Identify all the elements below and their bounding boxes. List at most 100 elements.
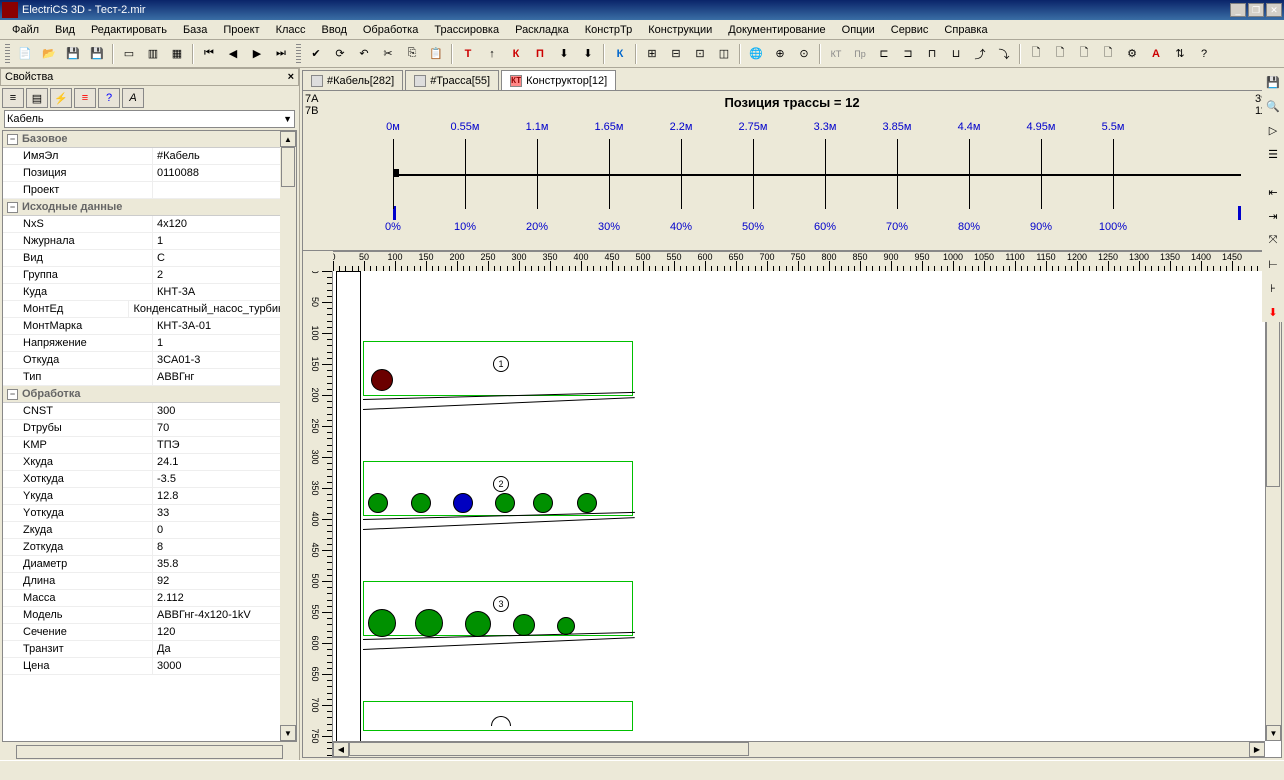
arrows-button[interactable]: ⇅ (1169, 43, 1191, 65)
prop-row[interactable]: МонтМаркаКНТ-3А-01 (3, 318, 296, 335)
prop-value[interactable]: С (153, 250, 296, 266)
cable-circle[interactable] (465, 611, 491, 637)
cable-circle[interactable] (453, 493, 473, 513)
prop-row[interactable]: ИмяЭл#Кабель (3, 148, 296, 165)
undo-button[interactable]: ↶ (353, 43, 375, 65)
prop-row[interactable]: Группа2 (3, 267, 296, 284)
rtb-arrow3-icon[interactable]: ⤧ (1263, 230, 1283, 250)
saveas-button[interactable]: 💾 (86, 43, 108, 65)
pr-button[interactable]: Пр (849, 43, 871, 65)
kt-button[interactable]: КТ (825, 43, 847, 65)
nav-last-button[interactable]: ⏭ (270, 43, 292, 65)
filter-dropdown-icon[interactable]: ▼ (283, 114, 292, 124)
doc2-button[interactable]: 🗋 (1049, 43, 1071, 65)
prop-row[interactable]: Напряжение1 (3, 335, 296, 352)
prop-row[interactable]: Zкуда0 (3, 522, 296, 539)
paste-button[interactable]: 📋 (425, 43, 447, 65)
prop-value[interactable]: 120 (153, 624, 296, 640)
prop-row[interactable]: Dтрубы70 (3, 420, 296, 437)
nav-prev-button[interactable]: ◀ (222, 43, 244, 65)
rtb-struct2-icon[interactable]: ⊦ (1263, 278, 1283, 298)
prop-value[interactable]: АВВГнг-4x120-1kV (153, 607, 296, 623)
prop-row[interactable]: NxS4x120 (3, 216, 296, 233)
prop-value[interactable]: 300 (153, 403, 296, 419)
hscroll-thumb[interactable] (349, 742, 749, 756)
prop-row[interactable]: Длина92 (3, 573, 296, 590)
prop-btn4[interactable]: ≡ (74, 88, 96, 108)
properties-grid[interactable]: −БазовоеИмяЭл#КабельПозиция0110088Проект… (2, 130, 297, 742)
prop-value[interactable]: -3.5 (153, 471, 296, 487)
prop-value[interactable]: 92 (153, 573, 296, 589)
doc1-button[interactable]: 🗋 (1025, 43, 1047, 65)
prop-btn2[interactable]: ▤ (26, 88, 48, 108)
prop-value[interactable]: КНТ-3А-01 (153, 318, 296, 334)
cable-circle[interactable] (533, 493, 553, 513)
prop-value[interactable]: 35.8 (153, 556, 296, 572)
prop-row[interactable]: Yкуда12.8 (3, 488, 296, 505)
prop-value[interactable]: 1 (153, 335, 296, 351)
nav-next-button[interactable]: ▶ (246, 43, 268, 65)
prop-row[interactable]: Позиция0110088 (3, 165, 296, 182)
filter-input[interactable] (7, 113, 283, 125)
prop-value[interactable]: ТПЭ (153, 437, 296, 453)
prop-btn1[interactable]: ≡ (2, 88, 24, 108)
prop-value[interactable]: 33 (153, 505, 296, 521)
prop-value[interactable]: 4x120 (153, 216, 296, 232)
prop-row[interactable]: МодельАВВГнг-4x120-1kV (3, 607, 296, 624)
rtb-save-icon[interactable]: 💾 (1263, 72, 1283, 92)
cable-circle[interactable] (368, 493, 388, 513)
drawing-canvas[interactable]: 1 2 3 (333, 271, 1281, 757)
rtb-struct1-icon[interactable]: ⊢ (1263, 254, 1283, 274)
prop-value[interactable]: 70 (153, 420, 296, 436)
prop-value[interactable] (153, 182, 296, 198)
prop-value[interactable]: 8 (153, 539, 296, 555)
collapse-icon[interactable]: − (7, 134, 18, 145)
meter-ruler[interactable]: 0м0%0.55м10%1.1м20%1.65м30%2.2м40%2.75м5… (393, 121, 1241, 221)
menu-Ввод[interactable]: Ввод (314, 22, 355, 38)
doc-tab[interactable]: #Кабель[282] (302, 70, 403, 90)
menu-Проект[interactable]: Проект (215, 22, 267, 38)
opt1-button[interactable]: ⚙ (1121, 43, 1143, 65)
prop-value[interactable]: 12.8 (153, 488, 296, 504)
toolbar-grip[interactable] (5, 44, 10, 64)
net3-button[interactable]: ⊡ (689, 43, 711, 65)
view1-button[interactable]: ▭ (118, 43, 140, 65)
minimize-button[interactable]: _ (1230, 3, 1246, 17)
net1-button[interactable]: ⊞ (641, 43, 663, 65)
view3-button[interactable]: ▦ (166, 43, 188, 65)
help-button[interactable]: ? (1193, 43, 1215, 65)
collapse-icon[interactable]: − (7, 202, 18, 213)
prop-row[interactable]: Масса2.112 (3, 590, 296, 607)
prop-value[interactable]: 3CA01-3 (153, 352, 296, 368)
prop-btn6[interactable]: A (122, 88, 144, 108)
save-button[interactable]: 💾 (62, 43, 84, 65)
prop-value[interactable]: 0 (153, 522, 296, 538)
menu-Документирование[interactable]: Документирование (720, 22, 833, 38)
doc3-button[interactable]: 🗋 (1073, 43, 1095, 65)
scroll-up-button[interactable]: ▲ (280, 131, 296, 147)
refresh-button[interactable]: ⟳ (329, 43, 351, 65)
prop-row[interactable]: Цена3000 (3, 658, 296, 675)
prop-row[interactable]: Xоткуда-3.5 (3, 471, 296, 488)
prop-btn3[interactable]: ⚡ (50, 88, 72, 108)
cable-circle[interactable] (411, 493, 431, 513)
cable-circle[interactable] (495, 493, 515, 513)
prop-row[interactable]: Диаметр35.8 (3, 556, 296, 573)
menu-Раскладка[interactable]: Раскладка (507, 22, 577, 38)
prop-row[interactable]: Сечение120 (3, 624, 296, 641)
struct2-button[interactable]: ⊐ (897, 43, 919, 65)
scroll-thumb[interactable] (281, 147, 295, 187)
copy-button[interactable]: ⎘ (401, 43, 423, 65)
vscroll-down[interactable]: ▼ (1266, 725, 1281, 741)
menu-Вид[interactable]: Вид (47, 22, 83, 38)
down2-button[interactable]: ⬇ (577, 43, 599, 65)
maximize-button[interactable]: ❐ (1248, 3, 1264, 17)
prop-row[interactable]: Yоткуда33 (3, 505, 296, 522)
prop-section[interactable]: −Базовое (3, 131, 296, 148)
properties-scrollbar[interactable]: ▲ ▼ (280, 131, 296, 741)
prop-row[interactable]: Xкуда24.1 (3, 454, 296, 471)
doc4-button[interactable]: 🗋 (1097, 43, 1119, 65)
rtb-arrow1-icon[interactable]: ⇤ (1263, 182, 1283, 202)
properties-filter[interactable]: ▼ (4, 110, 295, 128)
cable-circle[interactable] (577, 493, 597, 513)
